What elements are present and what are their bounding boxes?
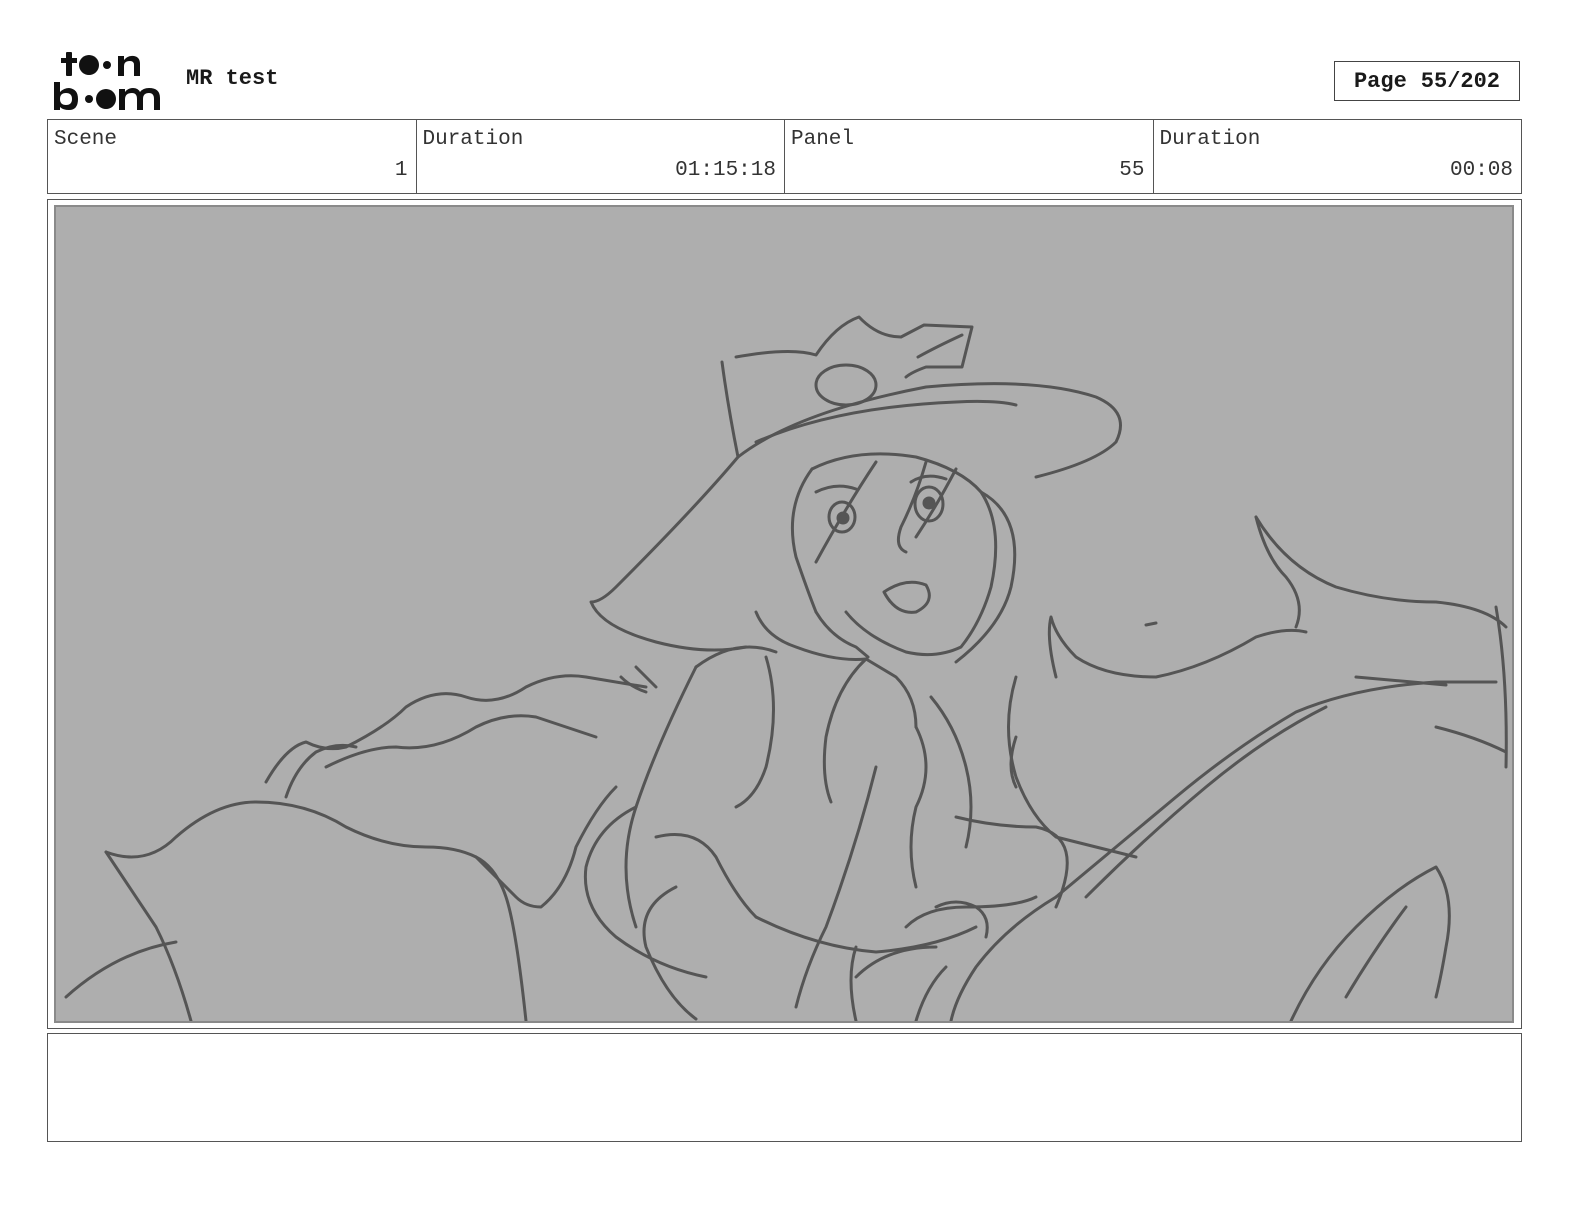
- page-indicator: Page 55/202: [1334, 61, 1520, 101]
- panel-label: Panel: [791, 128, 855, 151]
- project-title: MR test: [186, 66, 279, 91]
- scene-duration-cell: Duration 01:15:18: [417, 120, 785, 193]
- panel-notes-box[interactable]: [47, 1033, 1522, 1142]
- panel-cell: Panel 55: [785, 120, 1154, 193]
- scene-value: 1: [394, 159, 408, 182]
- panel-duration-value: 00:08: [1449, 159, 1513, 182]
- scene-duration-label: Duration: [422, 128, 524, 151]
- panel-duration-label: Duration: [1159, 128, 1261, 151]
- panel-duration-cell: Duration 00:08: [1154, 120, 1522, 193]
- page-label: Page: [1353, 68, 1407, 94]
- panel-value: 55: [1119, 159, 1145, 182]
- scene-duration-value: 01:15:18: [675, 159, 776, 182]
- page-number: 55/202: [1420, 68, 1501, 94]
- storyboard-sketch[interactable]: [54, 205, 1514, 1023]
- scene-label: Scene: [54, 128, 118, 151]
- toon-boom-logo: [52, 50, 164, 112]
- scene-cell: Scene 1: [48, 120, 417, 193]
- panel-info-row: Scene 1 Duration 01:15:18 Panel 55 Durat…: [47, 119, 1522, 194]
- panel-frame: [47, 199, 1522, 1029]
